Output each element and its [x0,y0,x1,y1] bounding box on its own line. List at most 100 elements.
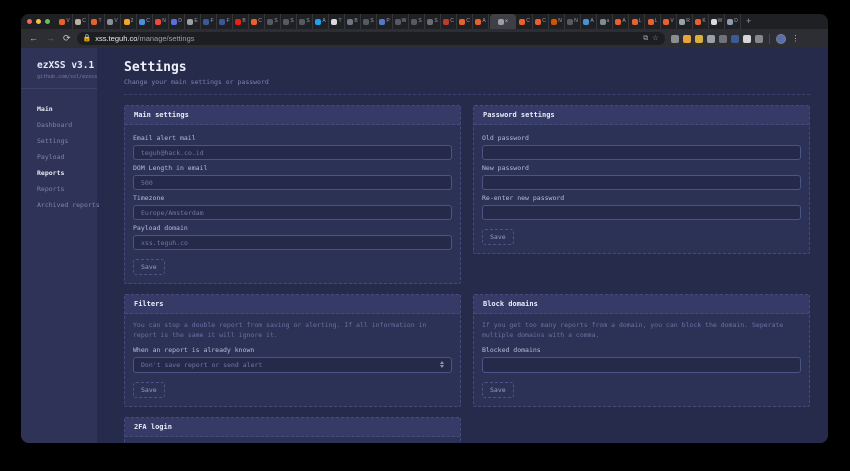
pinned-tab[interactable]: T [329,14,345,29]
pinned-tab[interactable]: S [425,14,441,29]
pinned-tab[interactable]: B [233,14,249,29]
pinned-tab[interactable]: W [709,14,725,29]
pinned-tab[interactable]: R [677,14,693,29]
pinned-tab[interactable]: L [645,14,661,29]
close-window-button[interactable] [27,19,32,24]
pinned-tab[interactable]: E [185,14,201,29]
tab-title-letter: T [338,19,341,24]
pinned-tab[interactable]: T [89,14,105,29]
sidebar-item-payload[interactable]: Payload [37,153,97,161]
dom-length-input[interactable] [133,175,452,190]
block-domains-save-button[interactable]: Save [482,382,514,398]
pinned-tab[interactable]: S [409,14,425,29]
pinned-tab[interactable]: W [393,14,409,29]
url-text[interactable]: xss.teguh.co/manage/settings [95,34,194,43]
panel-filters: Filters You can stop a double report fro… [124,294,461,407]
pinned-tab[interactable]: A [613,14,629,29]
timezone-input[interactable] [133,205,452,220]
new-tab-button[interactable]: + [741,17,756,26]
pinned-tab[interactable]: C [249,14,265,29]
panel-2fa-title: 2FA login [125,418,460,437]
pinned-tab[interactable]: C [457,14,473,29]
panel-block-domains: Block domains If you get too many report… [473,294,810,407]
tab-title-letter: A [322,19,325,24]
password-save-button[interactable]: Save [482,229,514,245]
address-bar[interactable]: 🔒 xss.teguh.co/manage/settings ⧉ ☆ [77,32,665,45]
nav-section-main: Main [37,105,97,113]
pinned-tab[interactable]: D [169,14,185,29]
extension-icon[interactable] [731,35,739,43]
known-report-select[interactable]: Don't save report or send alert [133,357,452,373]
pinned-tab[interactable]: A [581,14,597,29]
pinned-tab[interactable]: V [661,14,677,29]
tab-title-letter: N [558,19,562,24]
tab-close-icon[interactable]: × [505,19,509,25]
pinned-tab[interactable]: V [105,14,121,29]
browser-menu-icon[interactable]: ⋮ [790,35,802,43]
payload-domain-input[interactable] [133,235,452,250]
pinned-tab[interactable]: P [377,14,393,29]
email-alert-input[interactable] [133,145,452,160]
pinned-tab[interactable]: D [725,14,741,29]
tab-title-letter: D [178,19,182,24]
filters-save-button[interactable]: Save [133,382,165,398]
sidebar-item-archived-reports[interactable]: Archived reports [37,201,97,209]
extension-icon[interactable] [719,35,727,43]
pinned-tab[interactable]: K [693,14,709,29]
pinned-tab[interactable]: C [517,14,533,29]
sidebar-item-reports[interactable]: Reports [37,185,97,193]
active-tab[interactable]: × [490,14,516,29]
known-report-select-value: Don't save report or send alert [141,361,262,369]
tab-title-letter: F [226,19,229,24]
tab-favicon [475,19,481,25]
pinned-tab[interactable]: B [345,14,361,29]
panel-filters-title: Filters [125,295,460,314]
reenter-password-label: Re-enter new password [482,194,801,202]
extension-icon[interactable] [743,35,751,43]
blocked-domains-input[interactable] [482,357,801,373]
title-divider [124,94,810,95]
pinned-tab[interactable]: C [73,14,89,29]
sidebar-item-settings[interactable]: Settings [37,137,97,145]
extension-icon[interactable] [707,35,715,43]
extension-icon[interactable] [695,35,703,43]
pinned-tab[interactable]: L [629,14,645,29]
pinned-tab[interactable]: N [549,14,565,29]
reenter-password-input[interactable] [482,205,801,220]
zoom-window-button[interactable] [45,19,50,24]
side-panel-icon[interactable]: ⧉ [643,35,648,42]
extension-icon[interactable] [755,35,763,43]
pinned-tab[interactable]: N [565,14,581,29]
panel-main-settings-title: Main settings [125,106,460,125]
pinned-tab[interactable]: A [473,14,489,29]
bookmark-star-icon[interactable]: ☆ [652,35,658,42]
pinned-tab[interactable]: 2 [121,14,137,29]
main-settings-save-button[interactable]: Save [133,259,165,275]
new-password-input[interactable] [482,175,801,190]
pinned-tab[interactable]: C [533,14,549,29]
pinned-tab[interactable]: C [441,14,457,29]
back-icon[interactable]: ← [27,34,40,43]
reload-icon[interactable]: ⟳ [61,34,73,43]
old-password-input[interactable] [482,145,801,160]
forward-icon[interactable]: → [44,34,57,43]
email-alert-label: Email alert mail [133,134,452,142]
pinned-tab[interactable]: F [217,14,233,29]
pinned-tab[interactable]: C [137,14,153,29]
profile-avatar[interactable] [776,34,786,44]
pinned-tab[interactable]: N [153,14,169,29]
extension-icon[interactable] [671,35,679,43]
sidebar-item-dashboard[interactable]: Dashboard [37,121,97,129]
pinned-tab[interactable]: a [597,14,613,29]
extension-icon[interactable] [683,35,691,43]
minimize-window-button[interactable] [36,19,41,24]
pinned-tab[interactable]: S [361,14,377,29]
pinned-tab[interactable]: A [313,14,329,29]
pinned-tab[interactable]: S [281,14,297,29]
pinned-tab[interactable]: V [57,14,73,29]
tab-title-letter: 2 [131,19,134,24]
pinned-tab[interactable]: F [201,14,217,29]
pinned-tab[interactable]: S [265,14,281,29]
tab-favicon [251,19,257,25]
pinned-tab[interactable]: S [297,14,313,29]
